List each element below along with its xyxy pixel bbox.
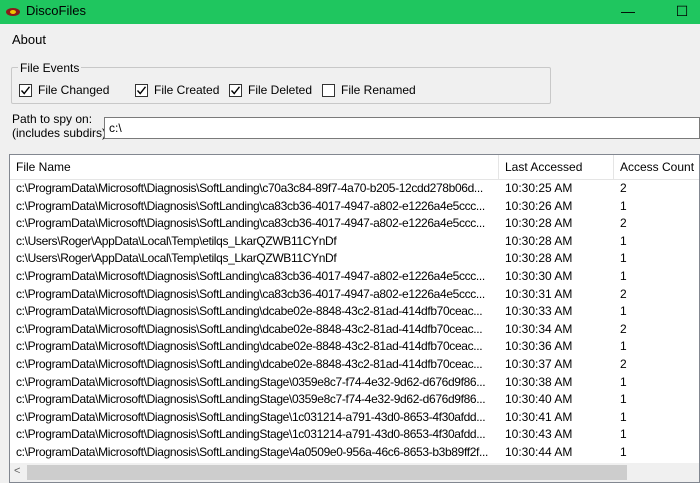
cell-last-accessed: 10:30:31 AM — [505, 286, 573, 301]
path-input[interactable] — [104, 117, 700, 139]
maximize-button[interactable]: ☐ — [664, 0, 700, 24]
checkmark-icon — [136, 85, 147, 95]
menu-about[interactable]: About — [12, 32, 46, 47]
checkbox-file-changed[interactable]: File Changed — [19, 82, 109, 98]
table-row[interactable]: c:\ProgramData\Microsoft\Diagnosis\SoftL… — [10, 426, 699, 444]
checkbox-box[interactable] — [229, 83, 242, 97]
cell-last-accessed: 10:30:26 AM — [505, 198, 573, 213]
column-header-access-count[interactable]: Access Count — [614, 155, 699, 179]
cell-file-name: c:\ProgramData\Microsoft\Diagnosis\SoftL… — [16, 304, 483, 319]
cell-last-accessed: 10:30:43 AM — [505, 427, 573, 442]
cell-access-count: 1 — [620, 445, 627, 459]
checkbox-label: File Deleted — [248, 83, 313, 97]
checkbox-file-renamed[interactable]: File Renamed — [322, 82, 416, 98]
cell-file-name: c:\ProgramData\Microsoft\Diagnosis\SoftL… — [16, 198, 485, 213]
cell-last-accessed: 10:30:38 AM — [505, 374, 573, 389]
cell-access-count: 1 — [620, 233, 627, 248]
checkbox-file-deleted[interactable]: File Deleted — [229, 82, 312, 98]
checkmark-icon — [230, 85, 241, 95]
table-row[interactable]: c:\Users\Roger\AppData\Local\Temp\etilqs… — [10, 233, 699, 251]
cell-last-accessed: 10:30:44 AM — [505, 445, 573, 459]
cell-file-name: c:\ProgramData\Microsoft\Diagnosis\SoftL… — [16, 181, 483, 195]
cell-last-accessed: 10:30:25 AM — [505, 181, 573, 195]
cell-file-name: c:\ProgramData\Microsoft\Diagnosis\SoftL… — [16, 374, 486, 389]
table-row[interactable]: c:\ProgramData\Microsoft\Diagnosis\SoftL… — [10, 198, 699, 216]
cell-access-count: 2 — [620, 286, 627, 301]
scroll-thumb[interactable] — [27, 465, 627, 480]
cell-access-count: 1 — [620, 304, 627, 319]
checkbox-file-created[interactable]: File Created — [135, 82, 219, 98]
cell-file-name: c:\ProgramData\Microsoft\Diagnosis\SoftL… — [16, 321, 483, 336]
cell-file-name: c:\ProgramData\Microsoft\Diagnosis\SoftL… — [16, 339, 483, 354]
cell-file-name: c:\ProgramData\Microsoft\Diagnosis\SoftL… — [16, 269, 485, 283]
cell-file-name: c:\Users\Roger\AppData\Local\Temp\etilqs… — [16, 233, 337, 248]
table-row[interactable]: c:\ProgramData\Microsoft\Diagnosis\SoftL… — [10, 391, 699, 409]
menu-bar: About — [0, 24, 700, 54]
cell-last-accessed: 10:30:30 AM — [505, 269, 573, 283]
cell-last-accessed: 10:30:37 AM — [505, 357, 573, 371]
table-row[interactable]: c:\ProgramData\Microsoft\Diagnosis\SoftL… — [10, 338, 699, 356]
file-events-legend: File Events — [18, 61, 82, 75]
cell-last-accessed: 10:30:28 AM — [505, 216, 573, 231]
cell-last-accessed: 10:30:34 AM — [505, 321, 573, 336]
table-row[interactable]: c:\ProgramData\Microsoft\Diagnosis\SoftL… — [10, 268, 699, 286]
list-header: File Name Last Accessed Access Count — [10, 155, 699, 180]
cell-access-count: 1 — [620, 339, 627, 354]
scroll-left-icon[interactable]: < — [14, 465, 20, 477]
table-row[interactable]: c:\ProgramData\Microsoft\Diagnosis\SoftL… — [10, 286, 699, 304]
cell-last-accessed: 10:30:33 AM — [505, 304, 573, 319]
cell-access-count: 2 — [620, 321, 627, 336]
cell-last-accessed: 10:30:40 AM — [505, 392, 573, 407]
table-row[interactable]: c:\ProgramData\Microsoft\Diagnosis\SoftL… — [10, 303, 699, 321]
table-row[interactable]: c:\ProgramData\Microsoft\Diagnosis\SoftL… — [10, 409, 699, 427]
cell-file-name: c:\ProgramData\Microsoft\Diagnosis\SoftL… — [16, 427, 486, 442]
cell-access-count: 1 — [620, 409, 627, 424]
cell-last-accessed: 10:30:41 AM — [505, 409, 573, 424]
checkbox-label: File Created — [154, 83, 220, 97]
cell-file-name: c:\Users\Roger\AppData\Local\Temp\etilqs… — [16, 251, 337, 266]
checkbox-label: File Changed — [38, 83, 110, 97]
checkmark-icon — [20, 85, 31, 95]
cell-file-name: c:\ProgramData\Microsoft\Diagnosis\SoftL… — [16, 357, 483, 371]
file-list[interactable]: File Name Last Accessed Access Count c:\… — [9, 154, 700, 483]
table-row[interactable]: c:\ProgramData\Microsoft\Diagnosis\SoftL… — [10, 215, 699, 233]
cell-access-count: 2 — [620, 181, 627, 195]
table-row[interactable]: c:\Users\Roger\AppData\Local\Temp\etilqs… — [10, 250, 699, 268]
horizontal-scrollbar[interactable]: < — [10, 463, 699, 482]
table-row[interactable]: c:\ProgramData\Microsoft\Diagnosis\SoftL… — [10, 356, 699, 374]
cell-access-count: 1 — [620, 427, 627, 442]
column-header-file-name[interactable]: File Name — [10, 155, 499, 179]
cell-last-accessed: 10:30:28 AM — [505, 251, 573, 266]
path-label-line1: Path to spy on: — [12, 112, 93, 126]
path-label: Path to spy on: (includes subdirs) — [12, 112, 106, 140]
minimize-button[interactable]: — — [610, 0, 646, 24]
cell-access-count: 2 — [620, 216, 627, 231]
cell-file-name: c:\ProgramData\Microsoft\Diagnosis\SoftL… — [16, 216, 485, 231]
path-label-line2: (includes subdirs) — [12, 126, 107, 140]
checkbox-box[interactable] — [135, 83, 148, 97]
window-title: DiscoFiles — [26, 3, 86, 18]
table-row[interactable]: c:\ProgramData\Microsoft\Diagnosis\SoftL… — [10, 180, 699, 198]
cell-access-count: 1 — [620, 198, 627, 213]
cell-access-count: 1 — [620, 374, 627, 389]
table-row[interactable]: c:\ProgramData\Microsoft\Diagnosis\SoftL… — [10, 374, 699, 392]
title-bar: DiscoFiles — ☐ — [0, 0, 700, 24]
column-header-last-accessed[interactable]: Last Accessed — [499, 155, 614, 179]
cell-file-name: c:\ProgramData\Microsoft\Diagnosis\SoftL… — [16, 392, 486, 407]
cell-file-name: c:\ProgramData\Microsoft\Diagnosis\SoftL… — [16, 445, 488, 459]
cell-access-count: 1 — [620, 251, 627, 266]
checkbox-label: File Renamed — [341, 83, 416, 97]
cell-access-count: 1 — [620, 392, 627, 407]
app-logo-icon — [6, 8, 20, 16]
cell-access-count: 2 — [620, 357, 627, 371]
checkbox-box[interactable] — [19, 83, 32, 97]
checkbox-box[interactable] — [322, 83, 335, 97]
cell-access-count: 1 — [620, 269, 627, 283]
cell-last-accessed: 10:30:28 AM — [505, 233, 573, 248]
table-row[interactable]: c:\ProgramData\Microsoft\Diagnosis\SoftL… — [10, 321, 699, 339]
cell-file-name: c:\ProgramData\Microsoft\Diagnosis\SoftL… — [16, 286, 485, 301]
table-row[interactable]: c:\ProgramData\Microsoft\Diagnosis\SoftL… — [10, 444, 699, 462]
cell-file-name: c:\ProgramData\Microsoft\Diagnosis\SoftL… — [16, 409, 486, 424]
cell-last-accessed: 10:30:36 AM — [505, 339, 573, 354]
